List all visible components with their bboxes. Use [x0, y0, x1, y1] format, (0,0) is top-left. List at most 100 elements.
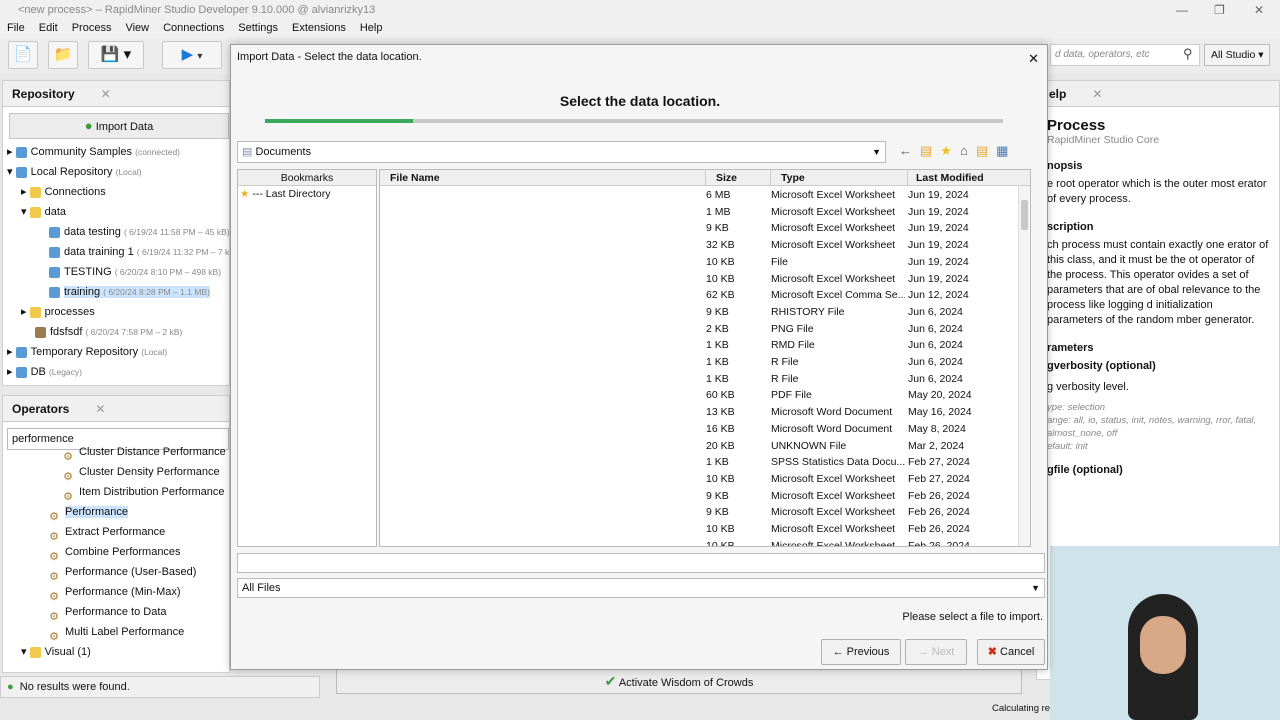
operator-item[interactable]: ⚙ Cluster Distance Performance [47, 442, 226, 463]
bookmark-star-icon[interactable]: ★ [940, 143, 960, 158]
file-row[interactable]: XCopy of data_MR(1).xlsx10 KBMicrosoft E… [380, 538, 1030, 546]
file-row[interactable]: WDivisi Lingkungan Sosial dan Kesehatan … [380, 421, 1030, 438]
file-size: 6 MB [706, 189, 731, 201]
run-process-icon[interactable]: ▶ ▾ [162, 41, 222, 69]
file-row[interactable]: Xdata testing.xlsx32 KBMicrosoft Excel W… [380, 237, 1030, 254]
previous-button[interactable]: ← Previous [821, 639, 901, 665]
tree-temporary-repository[interactable]: ▸ Temporary Repository (Local) [7, 342, 230, 362]
menu-settings[interactable]: Settings [231, 20, 285, 38]
tree-local-repository[interactable]: ▾ Local Repository (Local) [7, 162, 230, 182]
operator-group-visual[interactable]: ▾ Visual (1) [21, 642, 226, 662]
repository-tab[interactable]: Repository ✕ [3, 81, 229, 107]
operator-item[interactable]: ⚙ Item Distribution Performance [47, 482, 226, 503]
tree-item-testing[interactable]: TESTING ( 6/20/24 8:10 PM – 498 kB) [7, 262, 230, 282]
file-row[interactable]: terserah2.R1 KBR FileJun 6, 2024 [380, 354, 1030, 371]
file-row[interactable]: Wterserah3.Rmd1 KBRMD FileJun 6, 2024 [380, 337, 1030, 354]
close-tab-icon[interactable]: ✕ [101, 87, 111, 101]
view-menu-icon[interactable]: ▦ [996, 143, 1016, 158]
operator-item[interactable]: ⚙ Performance to Data [47, 602, 226, 623]
file-row[interactable]: Xdataku bismillah.xlsx10 KBMicrosoft Exc… [380, 521, 1030, 538]
tree-item-fdsfsdf[interactable]: fdsfsdf ( 6/20/24 7:58 PM – 2 kB) [7, 322, 230, 342]
operators-tab[interactable]: Operators ✕ [3, 396, 229, 422]
operator-item[interactable]: ⚙ Extract Performance [47, 522, 226, 543]
file-row[interactable]: Xtest.csv62 KBMicrosoft Excel Comma Se..… [380, 287, 1030, 304]
community-label: Community Samples [30, 146, 133, 158]
menu-extensions[interactable]: Extensions [285, 20, 353, 38]
tree-community-samples[interactable]: ▸ Community Samples (connected) [7, 142, 230, 162]
search-scope-dropdown[interactable]: All Studio ▾ [1204, 44, 1270, 66]
file-row[interactable]: 561F292010 KBFileJun 19, 2024 [380, 254, 1030, 271]
file-row[interactable]: Xdata training.xlsx10 KBMicrosoft Excel … [380, 271, 1030, 288]
menu-connections[interactable]: Connections [156, 20, 231, 38]
back-icon[interactable]: ← [899, 143, 920, 158]
up-folder-icon[interactable]: ▤ [920, 143, 940, 158]
file-row[interactable]: Xtraining.xlsx6 MBMicrosoft Excel Worksh… [380, 187, 1030, 204]
temp-repo-note: (Local) [141, 347, 168, 357]
col-last-modified[interactable]: Last Modified [908, 170, 1030, 186]
operator-item[interactable]: ⚙ Combine Performances [47, 542, 226, 563]
menu-help[interactable]: Help [353, 20, 390, 38]
new-process-icon[interactable]: 📄 [8, 41, 38, 69]
file-type-filter-dropdown[interactable]: All Files ▼ [237, 578, 1045, 598]
global-search-input[interactable]: d data, operators, etc [1050, 44, 1200, 66]
save-process-icon[interactable]: 💾 ▾ [88, 41, 144, 69]
previous-label: Previous [846, 646, 890, 658]
new-folder-icon[interactable]: ▤ [976, 143, 996, 158]
file-row[interactable]: Xcek dela.xlsx9 KBMicrosoft Excel Worksh… [380, 488, 1030, 505]
menu-edit[interactable]: Edit [32, 20, 65, 38]
file-table-scrollbar[interactable] [1018, 186, 1030, 546]
file-row[interactable]: Xdata MR.xlsx10 KBMicrosoft Excel Worksh… [380, 471, 1030, 488]
close-dialog-icon[interactable]: ✕ [1028, 47, 1039, 71]
tree-item-data-testing[interactable]: data testing ( 6/19/24 11:58 PM – 45 kB) [7, 222, 230, 242]
maximize-icon[interactable]: ❐ [1214, 0, 1225, 20]
file-row[interactable]: Wsurat resign alvian.pdf60 KBPDF FileMay… [380, 387, 1030, 404]
location-dropdown[interactable]: ▤ Documents ▼ [237, 141, 886, 163]
tree-db[interactable]: ▸ DB (Legacy) [7, 362, 230, 382]
home-icon[interactable]: ⌂ [960, 143, 976, 158]
close-tab-icon[interactable]: ✕ [95, 402, 105, 416]
file-type: Microsoft Excel Worksheet [771, 205, 896, 218]
operator-label: Extract Performance [65, 526, 166, 538]
close-window-icon[interactable]: ✕ [1254, 0, 1264, 20]
help-tab[interactable]: elp ✕ [1037, 81, 1279, 107]
wisdom-of-crowds-button[interactable]: ✔ Activate Wisdom of Crowds [336, 668, 1022, 694]
col-file-name[interactable]: File Name [380, 170, 706, 186]
file-row[interactable]: Rplot01.png2 KBPNG FileJun 6, 2024 [380, 321, 1030, 338]
operator-item[interactable]: ⚙ Performance (Min-Max) [47, 582, 226, 603]
menu-view[interactable]: View [118, 20, 156, 38]
open-process-icon[interactable]: 📁 [48, 41, 78, 69]
operator-item[interactable]: ⚙ Performance [47, 502, 226, 523]
close-tab-icon[interactable]: ✕ [1092, 87, 1102, 101]
operator-item[interactable]: ⚙ Multi Label Performance [47, 622, 226, 643]
cancel-button[interactable]: ✖ Cancel [977, 639, 1045, 665]
search-icon[interactable]: ⚲ [1183, 46, 1193, 62]
tree-item-training[interactable]: training ( 6/20/24 8:28 PM – 1.1 MB) [7, 282, 230, 302]
col-type[interactable]: Type [771, 170, 908, 186]
file-row[interactable]: XTESTING.xlsx1 MBMicrosoft Excel Workshe… [380, 204, 1030, 221]
file-row[interactable]: Wsurat resign.docx13 KBMicrosoft Word Do… [380, 404, 1030, 421]
tree-data[interactable]: ▾ data [7, 202, 230, 222]
file-size: 1 KB [706, 339, 729, 352]
file-row[interactable]: Sfarizaaa.sav1 KBSPSS Statistics Data Do… [380, 454, 1030, 471]
file-row[interactable]: daffazufar.unknown20 KBUNKNOWN FileMar 2… [380, 438, 1030, 455]
item-meta: ( 6/20/24 8:28 PM – 1.1 MB) [103, 287, 210, 297]
next-button[interactable]: → Next [905, 639, 967, 665]
scrollbar-thumb[interactable] [1021, 200, 1028, 230]
import-data-button[interactable]: ● Import Data [9, 113, 229, 139]
menu-process[interactable]: Process [65, 20, 119, 38]
operator-item[interactable]: ⚙ Performance (User-Based) [47, 562, 226, 583]
file-row[interactable]: XBook1.xlsx9 KBMicrosoft Excel Worksheet… [380, 504, 1030, 521]
menu-file[interactable]: File [0, 20, 32, 38]
minimize-icon[interactable]: — [1176, 0, 1188, 20]
file-size: 1 MB [706, 205, 731, 218]
tree-item-data-training-1[interactable]: data training 1 ( 6/19/24 11:32 PM – 7 k [7, 242, 230, 262]
bookmark-last-directory[interactable]: ★ --- Last Directory [238, 186, 376, 202]
file-row[interactable]: Xdata training 1.xlsx9 KBMicrosoft Excel… [380, 220, 1030, 237]
col-size[interactable]: Size [706, 170, 771, 186]
tree-processes[interactable]: ▸ processes [7, 302, 230, 322]
file-row[interactable]: terserah.R1 KBR FileJun 6, 2024 [380, 371, 1030, 388]
operator-item[interactable]: ⚙ Cluster Density Performance [47, 462, 226, 483]
tree-connections[interactable]: ▸ Connections [7, 182, 230, 202]
file-name-input[interactable] [237, 553, 1045, 573]
file-row[interactable]: .Rhistory9 KBRHISTORY FileJun 6, 2024 [380, 304, 1030, 321]
